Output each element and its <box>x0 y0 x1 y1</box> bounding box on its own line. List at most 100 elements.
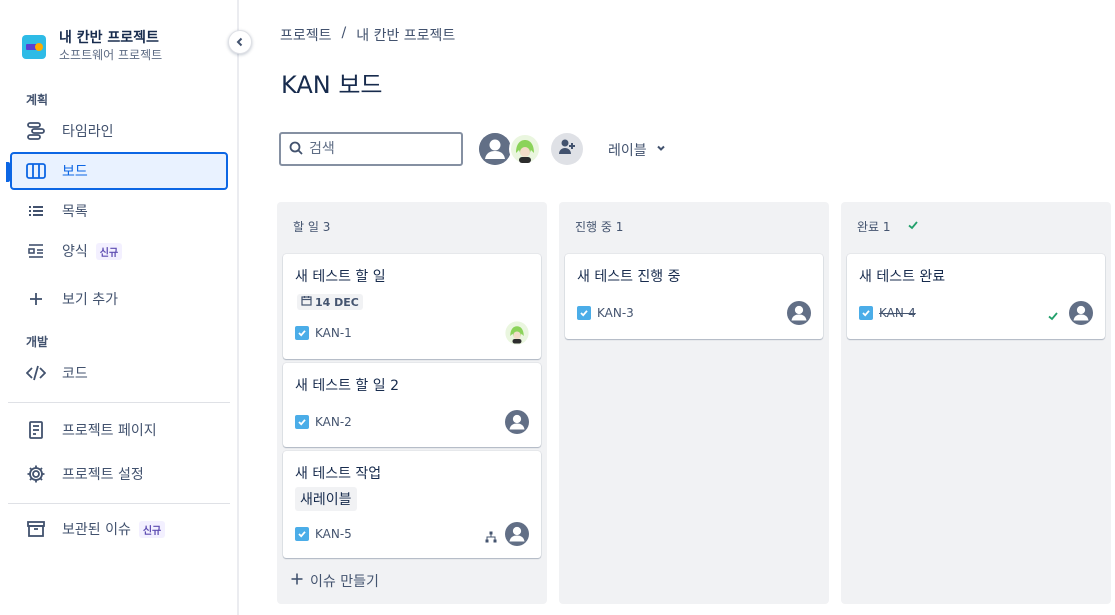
assignee-avatar-photo[interactable] <box>505 321 529 345</box>
sidebar-item-label: 보기 추가 <box>62 292 118 308</box>
column-title: 완료 1 <box>857 218 919 235</box>
project-header[interactable]: 내 칸반 프로젝트 소프트웨어 프로젝트 <box>22 30 162 63</box>
sidebar-item-label: 목록 <box>62 204 88 220</box>
project-logo-icon <box>22 35 46 59</box>
card-title: 새 테스트 작업 <box>295 466 382 482</box>
timeline-icon <box>26 121 46 141</box>
column-title-text: 완료 1 <box>857 220 891 234</box>
card-title: 새 테스트 완료 <box>859 269 946 285</box>
add-people-button[interactable] <box>551 133 583 165</box>
gear-icon <box>26 464 46 484</box>
calendar-icon <box>301 295 312 309</box>
assignee-avatar[interactable] <box>787 301 811 325</box>
archive-icon <box>26 519 46 539</box>
board-column-done: 완료 1 새 테스트 완료 KAN-4 <box>841 202 1111 604</box>
issue-key-text: KAN-4 <box>879 306 916 320</box>
page-icon <box>26 420 46 440</box>
sidebar-item-label: 코드 <box>62 366 88 382</box>
create-issue-button[interactable]: 이슈 만들기 <box>290 571 379 591</box>
issue-key-text: KAN-2 <box>315 415 352 429</box>
issue-key[interactable]: KAN-4 <box>859 306 916 320</box>
user-avatar-photo[interactable] <box>509 133 541 165</box>
issue-label-chip[interactable]: 새레이블 <box>295 487 357 511</box>
issue-key[interactable]: KAN-1 <box>295 326 352 340</box>
app-window: 내 칸반 프로젝트 소프트웨어 프로젝트 계획 타임라인 보드 목록 양식 신규… <box>0 0 1115 615</box>
sidebar-item-project-pages[interactable]: 프로젝트 페이지 <box>10 411 228 449</box>
issue-key[interactable]: KAN-2 <box>295 415 352 429</box>
issue-card[interactable]: 새 테스트 할 일 2 KAN-2 <box>283 363 541 447</box>
sidebar-item-form[interactable]: 양식 신규 <box>10 232 228 270</box>
issue-key-text: KAN-3 <box>597 306 634 320</box>
collapse-sidebar-button[interactable] <box>228 30 252 54</box>
sidebar-item-label: 프로젝트 설정 <box>62 467 144 483</box>
column-title-text: 할 일 3 <box>293 220 331 234</box>
sidebar: 내 칸반 프로젝트 소프트웨어 프로젝트 계획 타임라인 보드 목록 양식 신규… <box>0 0 239 615</box>
issue-card[interactable]: 새 테스트 완료 KAN-4 <box>847 254 1105 339</box>
section-label-plan: 계획 <box>26 93 49 107</box>
form-icon <box>26 241 46 261</box>
plus-icon <box>290 572 304 590</box>
sidebar-item-label: 프로젝트 페이지 <box>62 423 157 439</box>
sidebar-item-list[interactable]: 목록 <box>10 192 228 230</box>
sidebar-item-board[interactable]: 보드 <box>10 152 228 190</box>
issue-key[interactable]: KAN-3 <box>577 306 634 320</box>
label-filter-dropdown[interactable]: 레이블 <box>608 140 667 160</box>
issue-card[interactable]: 새 테스트 작업 새레이블 KAN-5 <box>283 451 541 558</box>
sidebar-divider <box>8 402 230 403</box>
plus-icon <box>26 289 46 309</box>
sidebar-item-label: 타임라인 <box>62 124 114 140</box>
assignee-avatar[interactable] <box>505 410 529 434</box>
task-type-icon <box>859 306 873 320</box>
task-type-icon <box>295 326 309 340</box>
task-type-icon <box>295 415 309 429</box>
project-type: 소프트웨어 프로젝트 <box>59 48 163 62</box>
chevron-left-icon <box>234 33 246 52</box>
assignee-avatar[interactable] <box>505 522 529 546</box>
sidebar-item-add-view[interactable]: 보기 추가 <box>10 280 228 318</box>
sidebar-item-project-settings[interactable]: 프로젝트 설정 <box>10 455 228 493</box>
hierarchy-icon <box>485 528 497 547</box>
page-title: KAN 보드 <box>281 71 383 99</box>
code-icon <box>26 363 46 383</box>
breadcrumb-projects[interactable]: 프로젝트 <box>280 25 332 45</box>
list-icon <box>26 201 46 221</box>
search-input[interactable] <box>309 141 449 157</box>
sidebar-item-timeline[interactable]: 타임라인 <box>10 112 228 150</box>
breadcrumb: 프로젝트 / 내 칸반 프로젝트 <box>280 25 455 45</box>
chevron-down-icon <box>655 142 667 158</box>
new-badge: 신규 <box>138 520 166 538</box>
board-icon <box>26 161 46 181</box>
task-type-icon <box>577 306 591 320</box>
breadcrumb-project[interactable]: 내 칸반 프로젝트 <box>356 25 455 45</box>
sidebar-item-label: 보드 <box>62 164 88 180</box>
issue-key[interactable]: KAN-5 <box>295 527 352 541</box>
done-check-icon <box>1047 307 1059 326</box>
issue-key-text: KAN-1 <box>315 326 352 340</box>
sidebar-divider <box>8 503 230 504</box>
section-label-dev: 개발 <box>26 335 49 349</box>
issue-card[interactable]: 새 테스트 할 일 14 DEC KAN-1 <box>283 254 541 359</box>
card-title: 새 테스트 진행 중 <box>577 269 681 285</box>
issue-card[interactable]: 새 테스트 진행 중 KAN-3 <box>565 254 823 339</box>
sidebar-item-label: 양식 <box>62 244 88 260</box>
assignee-filter-avatar[interactable] <box>479 133 511 165</box>
sidebar-item-archived-issues[interactable]: 보관된 이슈 신규 <box>10 510 228 548</box>
task-type-icon <box>295 527 309 541</box>
column-title: 진행 중 1 <box>575 218 623 235</box>
issue-key-text: KAN-5 <box>315 527 352 541</box>
add-person-icon <box>558 138 576 160</box>
new-badge: 신규 <box>95 242 123 260</box>
sidebar-item-code[interactable]: 코드 <box>10 354 228 392</box>
assignee-avatar[interactable] <box>1069 301 1093 325</box>
column-title-text: 진행 중 1 <box>575 220 624 234</box>
label-filter-text: 레이블 <box>608 143 647 159</box>
due-date-badge: 14 DEC <box>297 294 363 310</box>
check-icon <box>907 219 919 234</box>
breadcrumb-separator: / <box>341 25 347 41</box>
column-title: 할 일 3 <box>293 218 330 235</box>
search-box[interactable] <box>279 132 463 166</box>
board-column-todo: 할 일 3 새 테스트 할 일 14 DEC KAN-1 새 테스트 할 일 2… <box>277 202 547 604</box>
card-title: 새 테스트 할 일 <box>295 269 386 285</box>
sidebar-item-label: 보관된 이슈 <box>62 522 131 538</box>
create-issue-label: 이슈 만들기 <box>310 574 379 590</box>
